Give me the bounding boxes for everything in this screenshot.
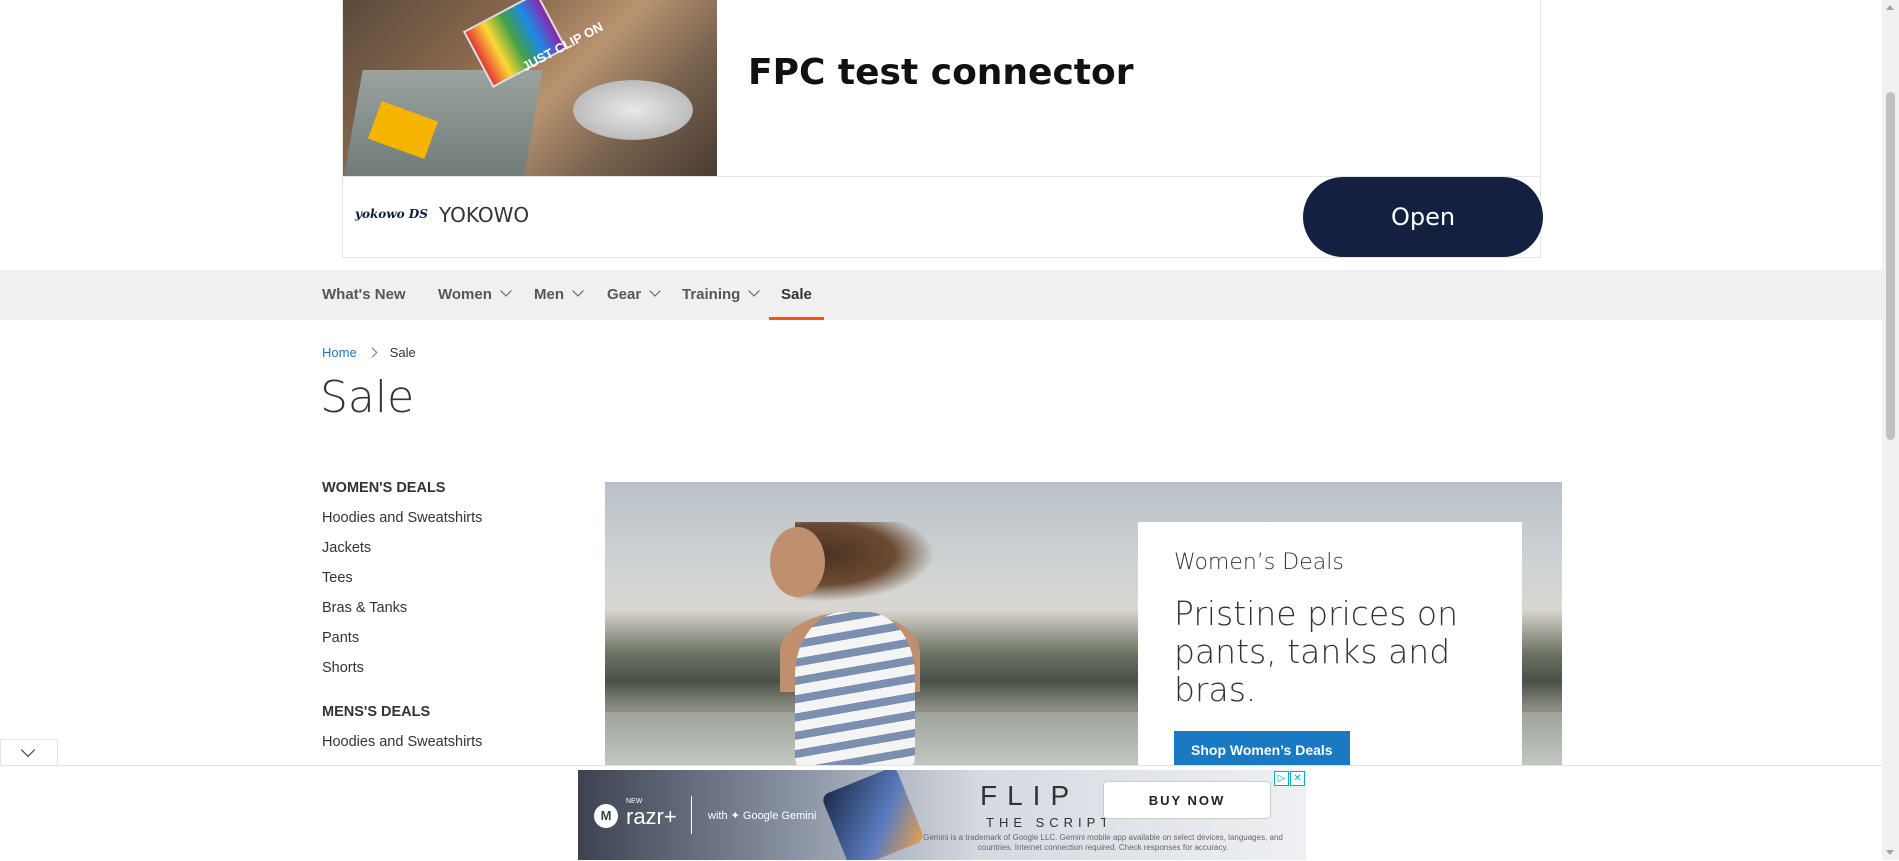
hero-content-card: Women’s Deals Pristine prices on pants, … [1138,522,1522,766]
breadcrumb: Home Sale [322,345,416,360]
shop-womens-deals-button[interactable]: Shop Women’s Deals [1174,731,1350,766]
ad-partner-text: with ✦ Google Gemini [708,810,817,822]
nav-item-label: Women [438,286,492,303]
chevron-down-icon [572,285,584,297]
sidebar-link-women-shorts[interactable]: Shorts [322,653,572,683]
hero-banner[interactable]: Women’s Deals Pristine prices on pants, … [605,482,1562,766]
breadcrumb-home-link[interactable]: Home [322,345,357,360]
ad-collapse-toggle[interactable] [0,739,58,765]
ad-open-button[interactable]: Open [1303,177,1543,257]
main-navigation: What's New Women Men Gear Training Sale [0,270,1882,320]
nav-item-gear[interactable]: Gear [607,270,661,320]
scrollbar-thumb[interactable] [1886,92,1895,440]
motorola-logo-icon: M [594,804,618,828]
hero-eyebrow: Women’s Deals [1174,550,1344,575]
ad-glove [573,80,693,140]
ad-product-name: razr+ [626,804,677,829]
ad-product-image[interactable]: JUST CLIP ON [343,0,717,176]
page-title: Sale [320,372,415,423]
nav-item-label: Training [682,286,741,303]
scroll-up-arrow-icon[interactable] [1886,5,1894,10]
chevron-down-icon [20,742,36,758]
ad-fine-print: Gemini is a trademark of Google LLC. Gem… [923,833,1283,852]
ad-brand-logo: yokowo DS [355,207,428,221]
sidebar-link-women-tees[interactable]: Tees [322,563,572,593]
nav-item-women[interactable]: Women [438,270,512,320]
hero-headline: Pristine prices on pants, tanks and bras… [1174,594,1458,709]
sidebar-link-women-jackets[interactable]: Jackets [322,533,572,563]
nav-item-label: Sale [781,286,812,303]
ad-buy-now-button[interactable]: BUY NOW [1103,781,1271,819]
ad-brand-name[interactable]: YOKOWO [439,203,529,227]
ad-close-icon[interactable]: ✕ [1290,771,1305,786]
sidebar-heading-mens-deals: MENS'S DEALS [322,704,431,720]
sidebar-link-women-bras-tanks[interactable]: Bras & Tanks [322,593,572,623]
scroll-down-arrow-icon[interactable] [1886,850,1894,855]
nav-item-whats-new[interactable]: What's New [322,270,406,320]
nav-item-training[interactable]: Training [682,270,761,320]
breadcrumb-current: Sale [389,345,416,360]
page-scrollbar[interactable] [1882,0,1899,860]
top-banner-ad[interactable]: JUST CLIP ON FPC test connector yokowo D… [342,0,1543,258]
hero-runner-head [770,527,825,597]
ad-flip-title: FLIP [980,780,1080,811]
nav-item-sale[interactable]: Sale [769,270,824,320]
bottom-ad[interactable]: M NEW razr+ with ✦ Google Gemini FLIP TH… [578,770,1306,860]
chevron-down-icon [748,285,761,297]
nav-item-label: Men [534,286,564,303]
ad-script-subtitle: THE SCRIPT [986,815,1114,830]
ad-divider [691,796,692,834]
nav-item-men[interactable]: Men [534,270,584,320]
hero-runner-top [795,612,915,766]
nav-item-label: What's New [322,286,406,303]
sidebar-link-women-hoodies[interactable]: Hoodies and Sweatshirts [322,503,572,533]
nav-item-label: Gear [607,286,642,303]
chevron-down-icon [649,285,661,297]
sidebar-heading-womens-deals: WOMEN'S DEALS [322,480,446,496]
ad-headline[interactable]: FPC test connector [748,52,1134,93]
sidebar: WOMEN'S DEALS Hoodies and Sweatshirts Ja… [322,480,572,757]
sidebar-link-women-pants[interactable]: Pants [322,623,572,653]
chevron-down-icon [500,285,512,297]
chevron-right-icon [367,347,378,358]
sidebar-link-men-hoodies[interactable]: Hoodies and Sweatshirts [322,727,572,757]
ad-choices-icon[interactable]: ▷ [1274,771,1289,786]
